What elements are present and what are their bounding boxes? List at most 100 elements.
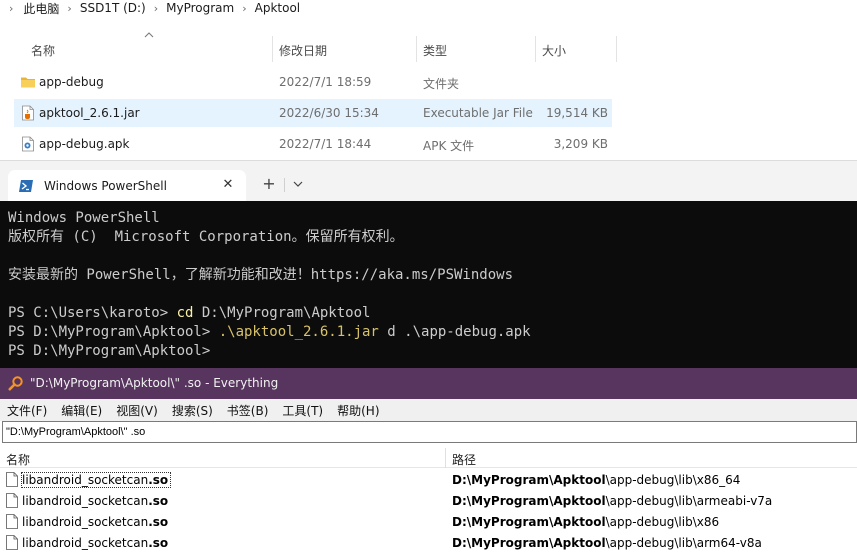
file-type: 文件夹 [423, 77, 460, 91]
results-header: 名称 路径 [0, 448, 857, 468]
prompt: PS D:\MyProgram\Apktool> [8, 343, 211, 359]
jar-file-icon [22, 105, 34, 121]
console-output[interactable]: Windows PowerShell 版权所有 (C) Microsoft Co… [0, 201, 857, 368]
column-divider[interactable] [416, 36, 417, 62]
column-header-type[interactable]: 类型 [423, 36, 447, 64]
result-row[interactable]: libandroid_socketcan.so D:\MyProgram\Apk… [0, 511, 857, 532]
apk-file-icon [22, 136, 34, 152]
breadcrumb: › 此电脑 › SSD1T (D:) › MyProgram › Apktool [0, 0, 300, 16]
command-args: d .\app-debug.apk [378, 324, 531, 340]
everything-window: "D:\MyProgram\Apktool\" .so - Everything… [0, 368, 857, 553]
command-args: D:\MyProgram\Apktool [193, 305, 371, 321]
file-name: apktool_2.6.1.jar [39, 106, 140, 120]
file-row[interactable]: apktool_2.6.1.jar 2022/6/30 15:34 Execut… [14, 99, 612, 127]
breadcrumb-apktool[interactable]: Apktool [255, 1, 301, 15]
menu-bar: 文件(F) 编辑(E) 视图(V) 搜索(S) 书签(B) 工具(T) 帮助(H… [0, 399, 857, 421]
title-bar[interactable]: "D:\MyProgram\Apktool\" .so - Everything [0, 368, 857, 399]
file-icon [6, 472, 18, 487]
name-match: .so [148, 515, 169, 529]
column-header-date[interactable]: 修改日期 [279, 36, 327, 64]
column-header-name[interactable]: 名称 [31, 36, 55, 64]
result-name: libandroid_socketcan.so [22, 494, 168, 508]
name-match: .so [148, 473, 169, 487]
menu-edit[interactable]: 编辑(E) [54, 402, 109, 419]
file-size: 3,209 KB [553, 137, 608, 151]
result-path: D:\MyProgram\Apktool\app-debug\lib\armea… [452, 494, 772, 508]
breadcrumb-drive[interactable]: SSD1T (D:) [80, 1, 146, 15]
tab-powershell[interactable]: Windows PowerShell ✕ [8, 170, 246, 202]
result-row[interactable]: libandroid_socketcan.so D:\MyProgram\Apk… [0, 490, 857, 511]
chevron-right-icon[interactable]: › [242, 2, 246, 15]
menu-tools[interactable]: 工具(T) [275, 402, 330, 419]
file-row[interactable]: app-debug 2022/7/1 18:59 文件夹 [14, 68, 612, 96]
file-date: 2022/6/30 15:34 [279, 106, 379, 120]
name-text: libandroid_socketcan [22, 494, 149, 508]
chevron-down-icon[interactable] [290, 176, 306, 192]
result-name: libandroid_socketcan.so [20, 472, 172, 488]
result-path: D:\MyProgram\Apktool\app-debug\lib\x86 [452, 515, 719, 529]
file-date: 2022/7/1 18:59 [279, 75, 372, 89]
column-divider[interactable] [616, 36, 617, 62]
column-header-path[interactable]: 路径 [452, 451, 476, 468]
tab-strip: Windows PowerShell ✕ + [0, 160, 857, 202]
name-match: .so [148, 536, 169, 550]
breadcrumb-myprogram[interactable]: MyProgram [166, 1, 234, 15]
file-icon [6, 514, 18, 529]
column-divider[interactable] [272, 36, 273, 62]
name-text: libandroid_socketcan [22, 536, 149, 550]
window-title: "D:\MyProgram\Apktool\" .so - Everything [30, 376, 279, 390]
file-row[interactable]: app-debug.apk 2022/7/1 18:44 APK 文件 3,20… [14, 130, 612, 158]
new-tab-button[interactable]: + [260, 175, 278, 193]
column-divider[interactable] [445, 448, 446, 468]
command-name: .\apktool_2.6.1.jar [218, 324, 379, 340]
chevron-right-icon[interactable]: › [67, 2, 71, 15]
file-type: Executable Jar File [423, 106, 533, 120]
result-row[interactable]: libandroid_socketcan.so D:\MyProgram\Apk… [0, 532, 857, 553]
column-divider[interactable] [535, 36, 536, 62]
file-type: APK 文件 [423, 139, 475, 153]
terminal-window: Windows PowerShell ✕ + Windows PowerShel… [0, 160, 857, 368]
file-icon [6, 493, 18, 508]
file-icon [6, 535, 18, 550]
file-size: 19,514 KB [546, 106, 608, 120]
chevron-right-icon[interactable]: › [154, 2, 158, 15]
file-explorer-window: › 此电脑 › SSD1T (D:) › MyProgram › Apktool… [0, 0, 857, 160]
menu-view[interactable]: 视图(V) [109, 402, 165, 419]
path-text: \app-debug\lib\arm64-v8a [605, 536, 762, 550]
divider [284, 178, 285, 192]
path-match: D:\MyProgram\Apktool [452, 536, 606, 550]
banner-line: Windows PowerShell [8, 210, 160, 226]
prompt: PS C:\Users\karoto> [8, 305, 177, 321]
chevron-right-icon[interactable]: › [9, 2, 13, 15]
magnifier-icon [8, 376, 23, 391]
close-icon[interactable]: ✕ [220, 177, 236, 193]
command-name: cd [176, 305, 194, 321]
name-match: .so [148, 494, 169, 508]
path-text: \app-debug\lib\x86 [605, 515, 720, 529]
menu-bookmarks[interactable]: 书签(B) [220, 402, 276, 419]
powershell-icon [19, 180, 33, 192]
path-text: \app-debug\lib\armeabi-v7a [605, 494, 773, 508]
search-input[interactable] [6, 424, 846, 440]
result-path: D:\MyProgram\Apktool\app-debug\lib\x86_6… [452, 473, 740, 487]
result-path: D:\MyProgram\Apktool\app-debug\lib\arm64… [452, 536, 762, 550]
path-match: D:\MyProgram\Apktool [452, 515, 606, 529]
prompt: PS D:\MyProgram\Apktool> [8, 324, 219, 340]
breadcrumb-this-pc[interactable]: 此电脑 [23, 0, 59, 17]
banner-line: 版权所有 (C) Microsoft Corporation。保留所有权利。 [8, 229, 404, 245]
menu-search[interactable]: 搜索(S) [165, 402, 220, 419]
name-text: libandroid_socketcan [22, 473, 149, 487]
menu-file[interactable]: 文件(F) [0, 402, 54, 419]
sort-ascending-icon [144, 32, 154, 38]
command-line: PS D:\MyProgram\Apktool> [8, 342, 210, 361]
menu-help[interactable]: 帮助(H) [330, 402, 386, 419]
name-text: libandroid_socketcan [22, 515, 149, 529]
path-match: D:\MyProgram\Apktool [452, 473, 606, 487]
column-header-size[interactable]: 大小 [542, 36, 566, 64]
result-row[interactable]: libandroid_socketcan.so D:\MyProgram\Apk… [0, 469, 857, 490]
column-header-name[interactable]: 名称 [6, 451, 30, 468]
banner-line: 安装最新的 PowerShell，了解新功能和改进！https://aka.ms… [8, 267, 514, 283]
result-name: libandroid_socketcan.so [22, 536, 168, 550]
path-text: \app-debug\lib\x86_64 [605, 473, 741, 487]
tab-title: Windows PowerShell [44, 179, 167, 193]
